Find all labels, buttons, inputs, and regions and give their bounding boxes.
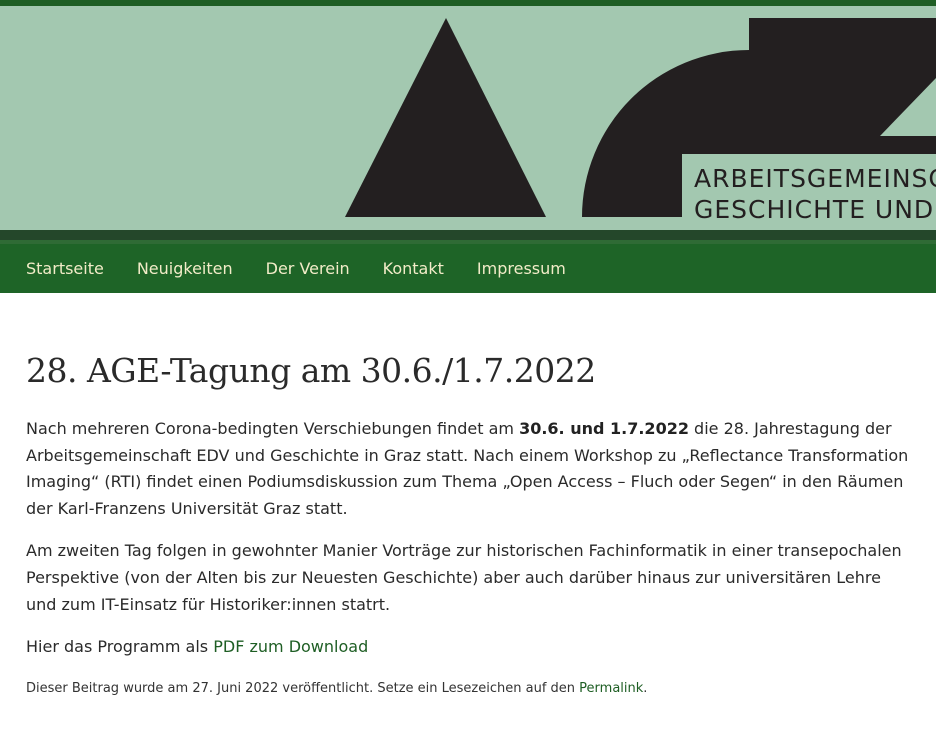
banner-divider-dark (0, 230, 936, 240)
site-banner[interactable]: ARBEITSGEMEINSC GESCHICHTE UND (0, 6, 936, 230)
post-meta: Dieser Beitrag wurde am 27. Juni 2022 ve… (26, 681, 910, 696)
main-navigation: Startseite Neuigkeiten Der Verein Kontak… (0, 244, 936, 293)
nav-item-startseite[interactable]: Startseite (26, 259, 104, 278)
pdf-download-link[interactable]: PDF zum Download (213, 637, 368, 656)
p1-text-start: Nach mehreren Corona-bedingten Verschieb… (26, 419, 520, 438)
banner-text-line-2: GESCHICHTE UND (694, 195, 935, 224)
p3-text: Hier das Programm als (26, 637, 214, 657)
permalink-link[interactable]: Permalink (579, 681, 643, 696)
logo-triangle (345, 18, 546, 217)
nav-item-kontakt[interactable]: Kontakt (383, 259, 444, 278)
post-paragraph-3: Hier das Programm als PDF zum Download (26, 634, 910, 661)
post-content: 28. AGE-Tagung am 30.6./1.7.2022 Nach me… (0, 351, 936, 696)
post-paragraph-2: Am zweiten Tag folgen in gewohnter Manie… (26, 541, 902, 614)
meta-text: Dieser Beitrag wurde am 27. Juni 2022 ve… (26, 680, 580, 696)
nav-item-der-verein[interactable]: Der Verein (266, 259, 350, 278)
banner-text-line-1: ARBEITSGEMEINSC (694, 164, 936, 193)
nav-item-impressum[interactable]: Impressum (477, 259, 566, 278)
meta-end: . (643, 680, 648, 696)
p1-dates-bold: 30.6. und 1.7.2022 (519, 419, 689, 438)
post-title: 28. AGE-Tagung am 30.6./1.7.2022 (26, 351, 596, 390)
post-paragraph-1: Nach mehreren Corona-bedingten Verschieb… (26, 416, 910, 522)
nav-item-neuigkeiten[interactable]: Neuigkeiten (137, 259, 233, 278)
